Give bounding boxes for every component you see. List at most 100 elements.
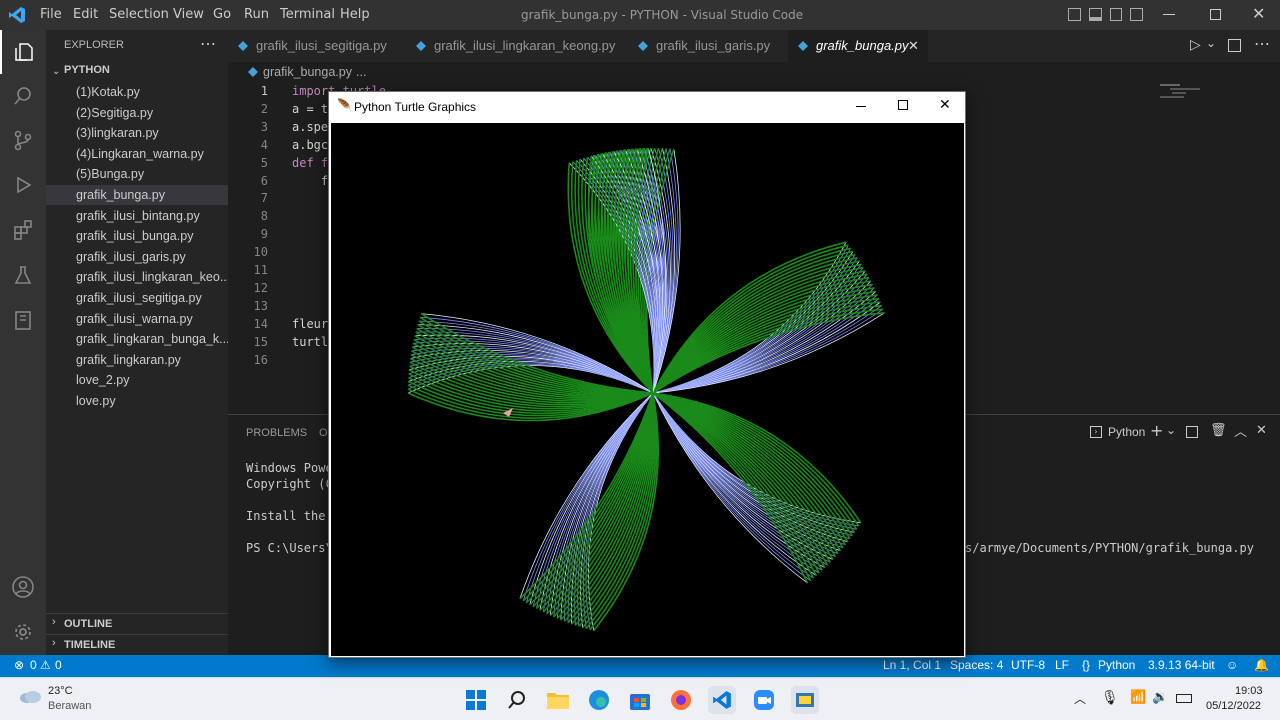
toggle-sidebar-icon[interactable] xyxy=(1068,8,1081,21)
chevron-down-icon[interactable]: ⌄ xyxy=(52,66,60,77)
minimap[interactable] xyxy=(1160,82,1210,112)
tab-grafik-ilusi-lingkaran-keong[interactable]: grafik_ilusi_lingkaran_keong.py xyxy=(406,30,615,62)
run-debug-icon[interactable] xyxy=(0,163,46,207)
sidebar-file-item[interactable]: (2)Segitiga.py xyxy=(76,103,228,123)
vscode-taskbar-icon[interactable] xyxy=(708,686,736,714)
weather-desc[interactable]: Berawan xyxy=(48,700,91,712)
breadcrumb-more[interactable]: ... xyxy=(356,65,366,79)
sidebar-file-item[interactable]: (5)Bunga.py xyxy=(76,164,228,184)
more-actions-icon[interactable]: ⋯ xyxy=(1254,34,1270,54)
battery-icon[interactable] xyxy=(1176,694,1192,703)
sidebar-file-item[interactable]: (3)lingkaran.py xyxy=(76,123,228,143)
edge-browser-icon[interactable] xyxy=(585,686,613,714)
menu-selection[interactable]: Selection xyxy=(109,7,169,22)
folder-python[interactable]: PYTHON xyxy=(64,64,110,76)
encoding[interactable]: UTF-8 xyxy=(1011,658,1045,672)
sidebar-file-item[interactable]: grafik_bunga.py xyxy=(46,185,228,205)
maximize-panel-icon[interactable]: ︿ xyxy=(1234,421,1247,440)
menu-go[interactable]: Go xyxy=(213,7,231,22)
tab-grafik-ilusi-garis[interactable]: grafik_ilusi_garis.py xyxy=(628,30,788,62)
split-editor-icon[interactable] xyxy=(1228,39,1241,52)
toggle-secondary-icon[interactable] xyxy=(1109,8,1123,21)
tab-output[interactable]: O xyxy=(319,427,328,439)
sidebar-file-item[interactable]: grafik_lingkaran.py xyxy=(76,350,228,370)
trash-icon[interactable]: 🗑 xyxy=(1210,423,1227,438)
clock-time[interactable]: 19:03 xyxy=(1235,685,1263,697)
close-icon[interactable]: ✕ xyxy=(939,96,951,113)
tab-grafik-ilusi-segitiga[interactable]: grafik_ilusi_segitiga.py xyxy=(228,30,402,62)
volume-icon[interactable]: 🔉 xyxy=(1152,689,1168,705)
minimize-icon[interactable] xyxy=(856,106,866,107)
timeline-section[interactable]: TIMELINE xyxy=(64,639,115,651)
extensions-icon[interactable] xyxy=(0,208,46,252)
maximize-icon[interactable] xyxy=(898,100,908,110)
sidebar-file-item[interactable]: love.py xyxy=(76,391,228,411)
firefox-icon[interactable] xyxy=(667,686,695,714)
warning-count[interactable]: 0 xyxy=(55,658,62,672)
sidebar-file-item[interactable]: grafik_lingkaran_bunga_k... xyxy=(76,329,228,349)
toggle-panel-icon[interactable] xyxy=(1088,8,1102,21)
menu-edit[interactable]: Edit xyxy=(73,7,98,22)
more-actions-icon[interactable]: ⋯ xyxy=(200,34,216,54)
turtle-graphics-window[interactable]: 🪶 Python Turtle Graphics ✕ xyxy=(328,91,966,658)
microphone-icon[interactable]: 🎙 xyxy=(1101,689,1119,706)
close-icon[interactable]: ✕ xyxy=(1252,4,1265,23)
start-windows-icon[interactable] xyxy=(462,686,490,714)
new-terminal-icon[interactable]: + xyxy=(1150,421,1163,440)
search-icon[interactable] xyxy=(0,74,46,118)
restore-icon[interactable] xyxy=(1210,9,1221,20)
cursor-position[interactable]: Ln 1, Col 1 xyxy=(883,658,941,672)
terminal-shell-label[interactable]: Python xyxy=(1108,425,1145,439)
turtle-titlebar[interactable]: 🪶 Python Turtle Graphics ✕ xyxy=(329,92,965,122)
zoom-icon[interactable] xyxy=(750,686,778,714)
indentation[interactable]: Spaces: 4 xyxy=(950,658,1003,672)
menu-run[interactable]: Run xyxy=(244,7,269,22)
error-icon[interactable]: ⊗ xyxy=(14,658,24,672)
layout-controls[interactable] xyxy=(1068,8,1143,22)
split-terminal-icon[interactable] xyxy=(1186,426,1198,438)
source-control-icon[interactable] xyxy=(0,118,46,162)
chevron-up-icon[interactable]: ︿ xyxy=(1074,690,1086,707)
interpreter[interactable]: 3.9.13 64-bit xyxy=(1148,658,1215,672)
language-mode[interactable]: Python xyxy=(1098,658,1135,672)
chevron-right-icon[interactable]: › xyxy=(52,616,56,628)
clock-date[interactable]: 05/12/2022 xyxy=(1206,700,1261,712)
sidebar-file-item[interactable]: grafik_ilusi_warna.py xyxy=(76,309,228,329)
menu-file[interactable]: File xyxy=(40,7,62,22)
outline-section[interactable]: OUTLINE xyxy=(64,618,112,630)
chevron-down-icon[interactable]: ⌄ xyxy=(1206,36,1216,50)
sidebar-file-item[interactable]: (4)Lingkaran_warna.py xyxy=(76,144,228,164)
tab-grafik-bunga[interactable]: grafik_bunga.py ✕ xyxy=(788,30,928,62)
sidebar-file-item[interactable]: grafik_ilusi_bintang.py xyxy=(76,206,228,226)
eol[interactable]: LF xyxy=(1055,658,1069,672)
search-icon[interactable] xyxy=(503,686,531,714)
run-python-file-icon[interactable]: ▷ xyxy=(1190,36,1201,53)
python-turtle-taskbar-icon[interactable] xyxy=(791,686,819,714)
settings-gear-icon[interactable] xyxy=(0,610,46,654)
turtle-canvas[interactable] xyxy=(331,123,964,656)
file-explorer-folder-icon[interactable] xyxy=(544,686,572,714)
close-tab-icon[interactable]: ✕ xyxy=(908,30,919,62)
warning-icon[interactable]: ⚠ xyxy=(40,658,51,672)
tab-problems[interactable]: PROBLEMS xyxy=(246,427,307,439)
customize-layout-icon[interactable] xyxy=(1130,8,1143,21)
menu-help[interactable]: Help xyxy=(340,7,370,22)
wifi-icon[interactable]: 📶 xyxy=(1130,689,1146,705)
chevron-down-icon[interactable]: ⌄ xyxy=(1166,423,1176,437)
close-panel-icon[interactable]: ✕ xyxy=(1256,423,1267,438)
sidebar-file-item[interactable]: grafik_ilusi_garis.py xyxy=(76,247,228,267)
chevron-right-icon[interactable]: › xyxy=(52,637,56,649)
feedback-icon[interactable]: ☺ xyxy=(1226,658,1238,672)
sidebar-file-item[interactable]: grafik_ilusi_bunga.py xyxy=(76,226,228,246)
remote-explorer-icon[interactable] xyxy=(0,298,46,342)
notifications-bell-icon[interactable]: 🔔 xyxy=(1254,658,1269,672)
breadcrumb-file[interactable]: grafik_bunga.py xyxy=(263,65,352,79)
accounts-icon[interactable] xyxy=(0,565,46,609)
menu-terminal[interactable]: Terminal xyxy=(280,7,335,22)
weather-temp[interactable]: 23°C xyxy=(48,685,73,697)
sidebar-file-item[interactable]: love_2.py xyxy=(76,370,228,390)
error-count[interactable]: 0 xyxy=(30,658,37,672)
sidebar-file-item[interactable]: grafik_ilusi_segitiga.py xyxy=(76,288,228,308)
menu-view[interactable]: View xyxy=(173,7,204,22)
microsoft-store-icon[interactable] xyxy=(626,686,654,714)
